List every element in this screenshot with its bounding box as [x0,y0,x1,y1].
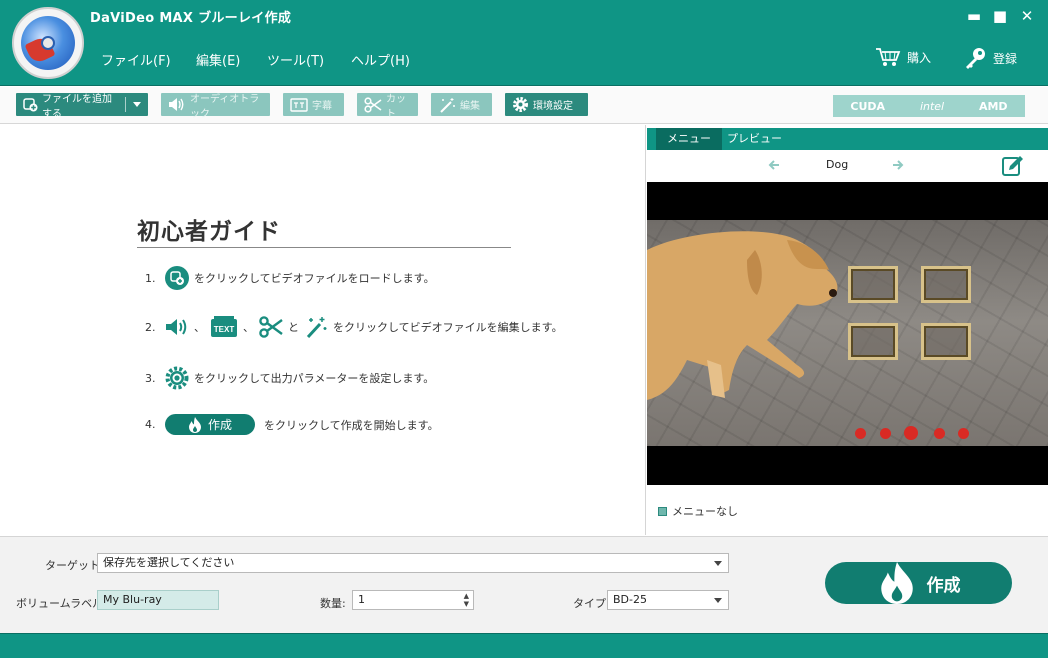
gear-icon [513,97,528,112]
guide-title: 初心者ガイド [137,219,281,245]
tab-menu[interactable]: メニュー [656,128,722,150]
target-label: ターゲット: [45,559,104,572]
fast-forward-icon[interactable] [934,428,945,439]
arrow-left-icon[interactable] [768,159,780,171]
chapter-thumbnail-2[interactable] [921,266,971,303]
no-menu-checkbox[interactable]: メニューなし [658,503,738,519]
menu-template-name: Dog [826,158,849,171]
app-title: DaViDeo MAX ブルーレイ作成 [90,11,292,26]
audio-track-label: オーディオトラック [190,93,260,120]
menu-background-image [647,220,1048,446]
cut-label: カット [386,93,406,120]
add-file-icon [165,266,189,290]
speaker-icon [169,98,184,111]
app-logo [12,7,84,79]
chevron-down-icon [714,561,722,566]
menu-help[interactable]: ヘルプ(H) [351,50,410,69]
tab-preview[interactable]: プレビュー [716,128,793,150]
chapter-thumbnail-1[interactable] [848,266,898,303]
preview-screen [647,182,1048,485]
settings-label: 環境設定 [533,101,573,112]
guide-create-button: 作成 [165,414,255,435]
flame-icon [880,562,913,604]
create-button[interactable]: 作成 [825,562,1012,604]
hardware-acceleration-badges: CUDA intel AMD [833,95,1025,117]
subtitle-label: 字幕 [312,101,332,112]
close-icon[interactable]: ✕ [1016,6,1038,26]
scissors-icon [364,96,382,113]
menu-file[interactable]: ファイル(F) [101,50,171,69]
magic-wand-icon [304,315,328,339]
preview-panel: メニュー プレビュー Dog メニューなし [647,125,1048,535]
skip-back-icon[interactable] [855,428,866,439]
arrow-right-icon[interactable] [892,159,904,171]
svg-text:TEXT: TEXT [214,325,235,334]
guide-step-4: 4. 作成 をクリックして作成を開始します。 [145,414,439,435]
guide-step-3: 3. をクリックして出力パラメーターを設定します。 [145,366,434,390]
chapter-thumbnail-3[interactable] [848,323,898,360]
target-select[interactable]: 保存先を選択してください [97,553,729,573]
settings-button[interactable]: 環境設定 [505,93,588,116]
menu-nav-bar: Dog [647,150,1048,182]
intel-badge: intel [919,99,945,113]
guide-step-2: 2. 、 TEXT 、 と をクリックしてビデオファイルを編集します。 [145,315,563,339]
count-label: 数量: [320,597,346,610]
buy-button[interactable]: 購入 [875,46,931,68]
volume-label-label: ボリュームラベル: [16,597,107,610]
chevron-down-icon[interactable] [133,101,141,108]
cut-button[interactable]: カット [357,93,418,120]
key-icon [966,48,985,69]
cuda-badge: CUDA [850,99,886,113]
edit-menu-icon[interactable] [1001,154,1025,178]
volume-label-input[interactable]: My Blu-ray [97,590,219,610]
speaker-icon [165,315,189,339]
checkbox-box[interactable] [658,506,667,516]
scissors-icon [259,315,283,339]
guide-divider [137,247,511,248]
add-file-label: ファイルを追加する [42,93,112,120]
guide-step-1: 1. をクリックしてビデオファイルをロードします。 [145,266,435,290]
status-bar [0,633,1048,658]
edit-label: 編集 [460,101,480,112]
type-select[interactable]: BD-25 [607,590,729,610]
magic-wand-icon [440,97,455,113]
play-icon[interactable] [904,426,918,440]
maximize-icon[interactable]: ■ [989,6,1011,26]
text-icon [290,97,308,112]
audio-track-button[interactable]: オーディオトラック [161,93,270,120]
flame-icon [188,416,201,433]
toolbar: ファイルを追加する オーディオトラック 字幕 カット 編集 環境設定 CUDA … [0,87,1048,124]
minimize-icon[interactable]: ▬ [963,6,985,26]
menu-edit[interactable]: 編集(E) [196,50,240,69]
text-icon: TEXT [210,315,238,339]
chevron-down-icon [714,598,722,603]
no-menu-label: メニューなし [672,505,738,518]
edit-button[interactable]: 編集 [431,93,492,116]
buy-label: 購入 [907,50,932,65]
menu-tools[interactable]: ツール(T) [267,50,324,69]
register-button[interactable]: 登録 [963,46,1017,70]
output-settings-panel: ターゲット: 保存先を選択してください ボリュームラベル: My Blu-ray… [0,536,1048,633]
create-label: 作成 [926,575,961,596]
preview-tabs: メニュー プレビュー [647,128,1048,150]
gear-icon [165,366,189,390]
stepper-arrows-icon[interactable]: ▲ ▼ [464,592,469,608]
chapter-thumbnail-4[interactable] [921,323,971,360]
amd-badge: AMD [978,99,1008,113]
beginner-guide-panel: 初心者ガイド 1. をクリックしてビデオファイルをロードします。 2. 、 TE… [0,125,646,535]
type-label: タイプ: [573,597,610,610]
skip-forward-icon[interactable] [958,428,969,439]
cart-icon [876,48,901,66]
add-file-icon [23,98,38,112]
register-label: 登録 [993,51,1018,66]
count-stepper[interactable]: 1 ▲ ▼ [352,590,474,610]
title-bar: DaViDeo MAX ブルーレイ作成 ▬ ■ ✕ ファイル(F) 編集(E) … [0,0,1048,86]
subtitle-button[interactable]: 字幕 [283,93,344,116]
rewind-icon[interactable] [880,428,891,439]
add-file-button[interactable]: ファイルを追加する [16,93,148,120]
